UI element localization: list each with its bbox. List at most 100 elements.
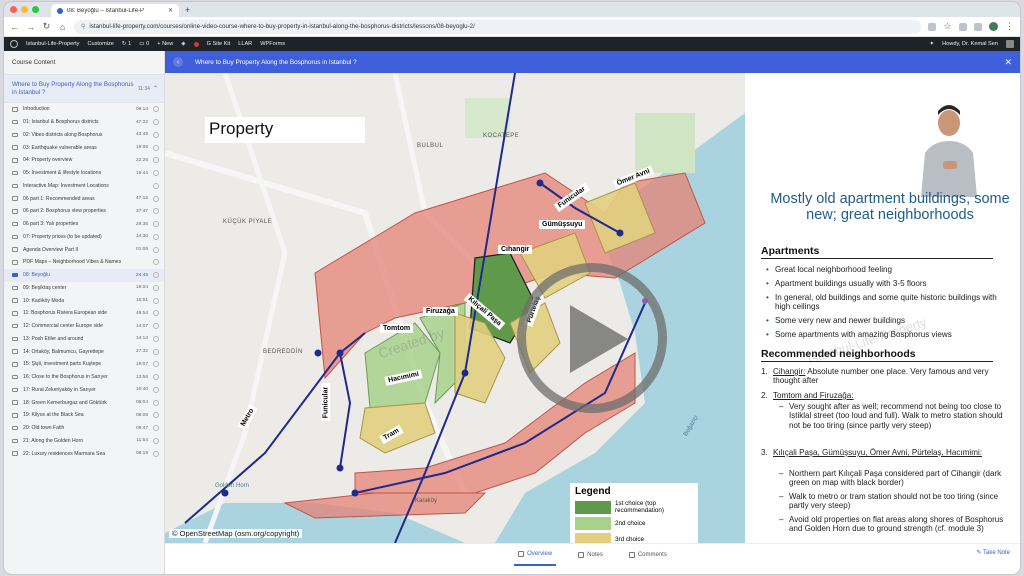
lesson-item[interactable]: 11: Bosphorus Riviera European side 49:54 [4,307,164,320]
funicular-line-west [339,352,352,469]
wp-ai-icon[interactable]: ✦ [929,41,934,47]
lesson-item[interactable]: 05: Investment & lifestyle locations 19:4… [4,167,164,180]
lesson-item[interactable]: 02: Vibes districts along Bosphorus 43:49 [4,129,164,142]
bookmark-star-icon[interactable]: ☆ [943,21,952,32]
wp-user-avatar[interactable] [1006,40,1014,48]
lesson-complete-checkbox[interactable] [153,144,159,151]
lesson-item[interactable]: 03: Earthquake vulnerable areas 19:06 [4,141,164,154]
lesson-complete-checkbox[interactable] [153,221,159,228]
new-tab-icon[interactable]: + [185,5,190,15]
lesson-complete-checkbox[interactable] [153,284,159,291]
wp-new-link[interactable]: + New [157,41,173,47]
wp-site-link[interactable]: Istanbul-Life-Property [26,41,79,47]
forward-arrow-icon[interactable]: → [26,22,35,32]
sidebar-toggle-icon[interactable] [974,22,982,31]
wp-sitekit-link[interactable]: G Site Kit [207,41,231,47]
back-chevron-icon[interactable]: ‹ [173,57,183,67]
tab-notes[interactable]: Notes [574,544,607,566]
close-tab-icon[interactable]: ✕ [168,7,173,14]
lesson-complete-checkbox[interactable] [153,208,159,215]
translate-icon[interactable] [928,22,936,31]
lesson-item[interactable]: 14: Ortaköy, Balmumcu, Gayrettepe 27:32 [4,345,164,358]
profile-avatar[interactable] [989,22,998,31]
lesson-item[interactable]: 13: Posh Etiler and around 14:14 [4,333,164,346]
lesson-item[interactable]: PDF Maps – Neighborhood Vibes & Names [4,256,164,269]
lesson-complete-checkbox[interactable] [153,450,159,457]
wp-wpforms-link[interactable]: WPForms [260,41,285,47]
lesson-complete-checkbox[interactable] [153,246,159,253]
lesson-complete-checkbox[interactable] [153,106,159,113]
lesson-item[interactable]: 12: Commercial center Europe side 14:07 [4,320,164,333]
home-icon[interactable]: ⌂ [58,22,67,32]
back-arrow-icon[interactable]: ← [10,22,19,32]
lesson-complete-checkbox[interactable] [153,386,159,393]
lesson-complete-checkbox[interactable] [153,272,159,279]
url-bar[interactable]: ⚲ istanbul-life-property.com/courses/onl… [74,19,921,34]
lesson-complete-checkbox[interactable] [153,335,159,342]
lesson-item[interactable]: Introduction 09:14 [4,103,164,116]
reload-icon[interactable]: ↻ [42,21,51,32]
play-icon[interactable] [570,305,628,373]
lesson-item[interactable]: 17: Rural Zekeriyaköy in Sarıyer 10:40 [4,384,164,397]
lesson-complete-checkbox[interactable] [153,131,159,138]
browser-tab[interactable]: 08: Beyoğlu – Istanbul-Life-P ✕ [51,4,179,17]
lesson-item[interactable]: 19: Kilyos at the Black Sea 08:08 [4,409,164,422]
lesson-item[interactable]: 20: Old town Fatih 09:47 [4,422,164,435]
wp-comments-count[interactable]: ↻ 1 [122,41,131,47]
lesson-complete-checkbox[interactable] [153,157,159,164]
lesson-complete-checkbox[interactable] [153,119,159,126]
lesson-item[interactable]: 09: Beşiktaş center 19:04 [4,282,164,295]
course-section-toggle[interactable]: Where to Buy Property Along the Bosphoru… [4,75,164,103]
lesson-item[interactable]: 06 part 1: Recommended areas 47:15 [4,192,164,205]
tab-overview[interactable]: Overview [514,544,557,566]
take-note-button[interactable]: ✎ Take Note [976,549,1010,556]
lesson-title: Interactive Map: Investment Locations [23,182,109,189]
lesson-item[interactable]: 07: Property prices (to be updated) 14:30 [4,231,164,244]
lesson-complete-checkbox[interactable] [153,348,159,355]
lesson-complete-checkbox[interactable] [153,310,159,317]
lesson-complete-checkbox[interactable] [153,374,159,381]
minimize-window-button[interactable] [21,6,28,13]
park-area [465,98,510,138]
site-info-icon[interactable]: ⚲ [81,23,85,30]
lesson-item[interactable]: 04: Property overview 22:26 [4,154,164,167]
extensions-icon[interactable] [959,22,967,31]
video-player[interactable]: Property Cihangir Gümüşsuyu Ömer Avni Fi… [165,73,1020,543]
wordpress-logo-icon[interactable] [10,40,18,48]
lesson-item[interactable]: 01: Istanbul & Bosphorus districts 47:22 [4,116,164,129]
tab-comments[interactable]: Comments [625,544,671,566]
lesson-item[interactable]: 18: Green Kemerburgaz and Göktürk 06:04 [4,396,164,409]
legend-label-second: 2nd choice [615,519,646,527]
browser-menu-icon[interactable]: ⋮ [1005,21,1014,32]
lesson-item[interactable]: 21: Along the Golden Horn 11:54 [4,435,164,448]
lesson-complete-checkbox[interactable] [153,170,159,177]
close-window-button[interactable] [10,6,17,13]
lesson-complete-checkbox[interactable] [153,361,159,368]
lesson-complete-checkbox[interactable] [153,259,159,266]
lesson-item[interactable]: Agenda Overview Part II 01:06 [4,243,164,256]
lesson-item[interactable]: Interactive Map: Investment Locations [4,180,164,193]
lesson-complete-checkbox[interactable] [153,182,159,189]
lesson-item[interactable]: 06 part 3: Yalı properties 29:36 [4,218,164,231]
wp-howdy-user[interactable]: Howdy, Dr. Kemal Sen [942,41,998,47]
close-lesson-icon[interactable]: ✕ [1004,57,1012,68]
lesson-complete-checkbox[interactable] [153,297,159,304]
wp-updates-count[interactable]: ▭ 0 [139,41,149,47]
wp-llar-link[interactable]: LLAR [238,41,252,47]
lesson-item[interactable]: 22: Luxury residences Marmara Sea 08:19 [4,447,164,460]
lesson-item[interactable]: 15: Şişli, investment parts Kuştepe 19:07 [4,358,164,371]
lesson-complete-checkbox[interactable] [153,425,159,432]
lesson-item[interactable]: 08: Beyoğlu 24:45 [4,268,164,282]
lesson-complete-checkbox[interactable] [153,323,159,330]
lesson-complete-checkbox[interactable] [153,412,159,419]
maximize-window-button[interactable] [32,6,39,13]
lesson-item[interactable]: 10: Kadıköy Moda 16:51 [4,294,164,307]
lesson-complete-checkbox[interactable] [153,437,159,444]
wp-plugin-icon[interactable]: ◈ [181,41,185,47]
lesson-item[interactable]: 06 part 2: Bosphorus view properties 37:4… [4,205,164,218]
lesson-item[interactable]: 16: Close to the Bosphorus in Sarıyer 13:… [4,371,164,384]
lesson-complete-checkbox[interactable] [153,233,159,240]
lesson-complete-checkbox[interactable] [153,195,159,202]
wp-customize-link[interactable]: Customize [87,41,113,47]
lesson-complete-checkbox[interactable] [153,399,159,406]
